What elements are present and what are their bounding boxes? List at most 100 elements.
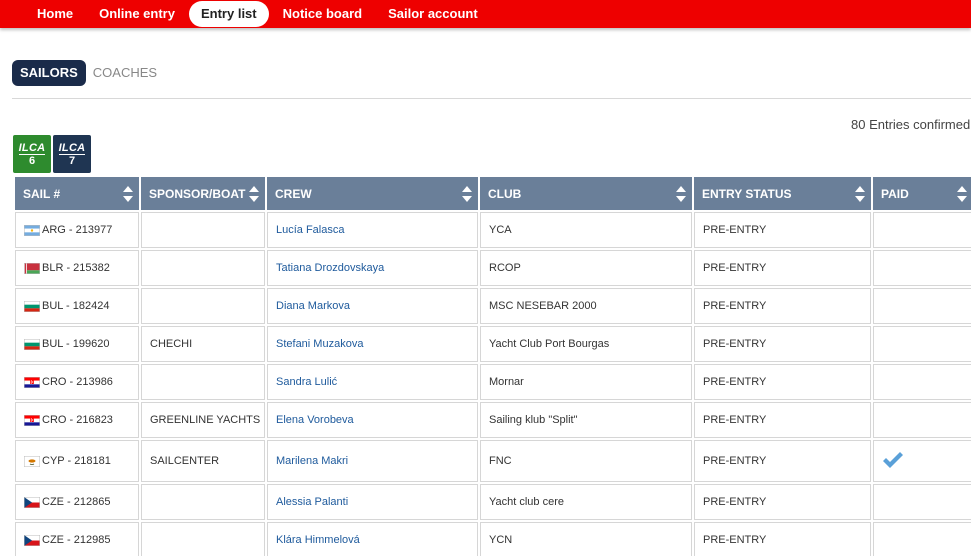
crew-link[interactable]: Lucía Falasca xyxy=(276,224,344,236)
cell-paid xyxy=(873,484,971,520)
sort-arrows-icon[interactable] xyxy=(957,186,967,202)
cell-club: YCN xyxy=(480,522,692,556)
crew-link[interactable]: Klára Himmelová xyxy=(276,534,360,546)
class-selector: ILCA 6 ILCA 7 xyxy=(13,135,93,173)
cell-sail-number: CRO - 216823 xyxy=(15,402,139,438)
cell-club: Mornar xyxy=(480,364,692,400)
sail-number: CRO - 216823 xyxy=(42,414,113,426)
sort-arrows-icon[interactable] xyxy=(123,186,133,202)
cell-crew: Elena Vorobeva xyxy=(267,402,478,438)
table-row: BUL - 199620 CHECHI Stefani Muzakova Yacht … xyxy=(15,326,971,362)
sail-number: CZE - 212985 xyxy=(42,534,111,546)
cell-sail-number: CRO - 213986 xyxy=(15,364,139,400)
table-row: CYP - 218181 SAILCENTER Marilena Makri FNC P… xyxy=(15,440,971,482)
table-row: CRO - 213986 Sandra Lulić Mornar PRE-ENTRY xyxy=(15,364,971,400)
crew-link[interactable]: Alessia Palanti xyxy=(276,496,348,508)
tab-sailors[interactable]: SAILORS xyxy=(12,60,86,86)
cell-entry-status: PRE-ENTRY xyxy=(694,402,871,438)
sort-arrows-icon[interactable] xyxy=(855,186,865,202)
entry-table-container: SAIL # SPONSOR/BOAT CREW CLUB ENTRY STATUS PA… xyxy=(14,176,971,556)
entry-status: PRE-ENTRY xyxy=(703,534,767,546)
cell-club: MSC NESEBAR 2000 xyxy=(480,288,692,324)
column-header-crew[interactable]: CREW xyxy=(267,177,478,210)
sort-arrows-icon[interactable] xyxy=(676,186,686,202)
column-header-club[interactable]: CLUB xyxy=(480,177,692,210)
sail-number: BUL - 182424 xyxy=(42,300,110,312)
cze-flag-icon xyxy=(24,534,40,546)
sort-arrows-icon[interactable] xyxy=(462,186,472,202)
sail-number: BUL - 199620 xyxy=(42,338,110,350)
cyp-flag-icon xyxy=(24,455,40,467)
cell-club: RCOP xyxy=(480,250,692,286)
cell-club: Yacht Club Port Bourgas xyxy=(480,326,692,362)
cell-entry-status: PRE-ENTRY xyxy=(694,364,871,400)
cell-sponsor xyxy=(141,212,265,248)
crew-link[interactable]: Stefani Muzakova xyxy=(276,338,363,350)
club-name: YCN xyxy=(489,534,513,546)
nav-sailor-account[interactable]: Sailor account xyxy=(376,1,490,27)
tab-coaches[interactable]: COACHES xyxy=(93,60,157,86)
cell-crew: Stefani Muzakova xyxy=(267,326,478,362)
crew-link[interactable]: Tatiana Drozdovskaya xyxy=(276,262,384,274)
column-header-entry-status[interactable]: ENTRY STATUS xyxy=(694,177,871,210)
column-header-label: CLUB xyxy=(488,186,522,201)
sponsor-name: GREENLINE YACHTS xyxy=(150,414,261,426)
club-name: Mornar xyxy=(489,376,524,388)
crew-link[interactable]: Elena Vorobeva xyxy=(276,414,354,426)
nav-home[interactable]: Home xyxy=(25,1,85,27)
crew-link[interactable]: Marilena Makri xyxy=(276,455,348,467)
column-header-label: SAIL # xyxy=(23,186,61,201)
entry-table: SAIL # SPONSOR/BOAT CREW CLUB ENTRY STATUS PA… xyxy=(14,176,971,556)
crew-link[interactable]: Diana Markova xyxy=(276,300,350,312)
cell-club: YCA xyxy=(480,212,692,248)
cell-sail-number: BUL - 182424 xyxy=(15,288,139,324)
club-name: FNC xyxy=(489,455,512,467)
table-row: CRO - 216823 GREENLINE YACHTS Elena Vorobe… xyxy=(15,402,971,438)
club-name: MSC NESEBAR 2000 xyxy=(489,300,597,312)
column-header-paid[interactable]: PAID xyxy=(873,177,971,210)
crew-link[interactable]: Sandra Lulić xyxy=(276,376,337,388)
cell-sail-number: BLR - 215382 xyxy=(15,250,139,286)
cell-sail-number: BUL - 199620 xyxy=(15,326,139,362)
cell-entry-status: PRE-ENTRY xyxy=(694,440,871,482)
sail-number: CZE - 212865 xyxy=(42,496,111,508)
arg-flag-icon xyxy=(24,224,40,236)
entry-status: PRE-ENTRY xyxy=(703,262,767,274)
cell-entry-status: PRE-ENTRY xyxy=(694,288,871,324)
cell-paid xyxy=(873,402,971,438)
column-header-label: SPONSOR/BOAT xyxy=(149,186,246,201)
column-header-label: ENTRY STATUS xyxy=(702,186,792,201)
cell-sail-number: CYP - 218181 xyxy=(15,440,139,482)
cell-paid xyxy=(873,250,971,286)
cell-entry-status: PRE-ENTRY xyxy=(694,250,871,286)
entry-status: PRE-ENTRY xyxy=(703,224,767,236)
table-row: CZE - 212865 Alessia Palanti Yacht club ce… xyxy=(15,484,971,520)
cell-crew: Marilena Makri xyxy=(267,440,478,482)
paid-check-icon xyxy=(883,451,903,468)
sail-number: CRO - 213986 xyxy=(42,376,113,388)
cell-sponsor: GREENLINE YACHTS xyxy=(141,402,265,438)
bul-flag-icon xyxy=(24,300,40,312)
table-row: CZE - 212985 Klára Himmelová YCN PRE-ENTRY xyxy=(15,522,971,556)
cell-sponsor xyxy=(141,288,265,324)
class-badge-ilca-6[interactable]: ILCA 6 xyxy=(13,135,51,173)
column-header-sail[interactable]: SAIL # xyxy=(15,177,139,210)
nav-online-entry[interactable]: Online entry xyxy=(87,1,187,27)
class-name: ILCA xyxy=(18,141,46,155)
class-badge-ilca-7[interactable]: ILCA 7 xyxy=(53,135,91,173)
club-name: RCOP xyxy=(489,262,521,274)
club-name: Yacht club cere xyxy=(489,496,565,508)
nav-notice-board[interactable]: Notice board xyxy=(271,1,374,27)
sponsor-name: CHECHI xyxy=(150,338,193,350)
cell-paid xyxy=(873,212,971,248)
nav-entry-list[interactable]: Entry list xyxy=(188,1,269,27)
sail-number: ARG - 213977 xyxy=(42,224,113,236)
cell-entry-status: PRE-ENTRY xyxy=(694,212,871,248)
cze-flag-icon xyxy=(24,496,40,508)
class-size: 6 xyxy=(28,154,36,167)
sort-arrows-icon[interactable] xyxy=(249,186,259,202)
column-header-sponsor-boat[interactable]: SPONSOR/BOAT xyxy=(141,177,265,210)
bul-flag-icon xyxy=(24,338,40,350)
cell-paid xyxy=(873,326,971,362)
column-header-label: PAID xyxy=(881,186,909,201)
